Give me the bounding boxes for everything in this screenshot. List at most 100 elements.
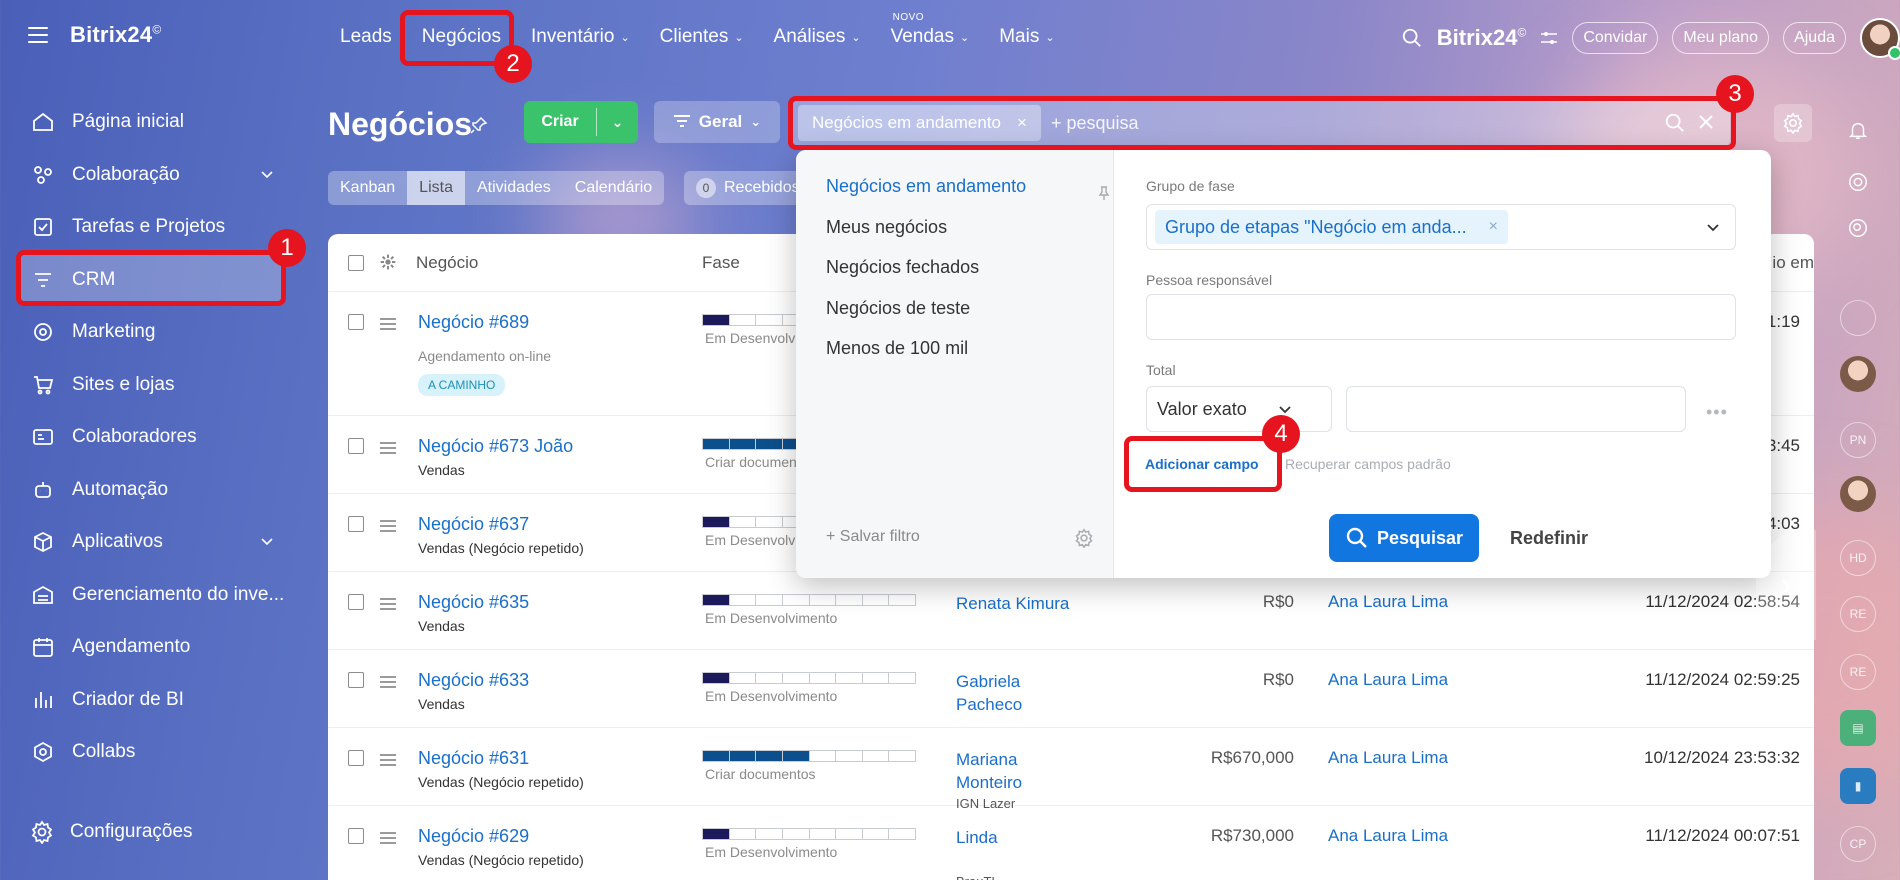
sidebar-item-employees[interactable]: Colaboradores <box>16 411 286 464</box>
sidebar-item-home[interactable]: Página inicial <box>16 96 286 149</box>
bookmark-icon[interactable]: ▮ <box>1840 768 1876 804</box>
phase-progress[interactable] <box>702 828 916 840</box>
list-settings-button[interactable] <box>1774 104 1812 142</box>
drag-handle-icon[interactable] <box>380 832 396 847</box>
responsible-link[interactable]: Ana Laura Lima <box>1328 592 1448 612</box>
avatar[interactable] <box>1840 356 1876 392</box>
restore-default-fields-link[interactable]: Recuperar campos padrão <box>1285 456 1451 472</box>
more-icon[interactable]: ••• <box>1706 402 1728 423</box>
top-nav-analises[interactable]: Análises ⌄ <box>774 26 861 48</box>
responsible-link[interactable]: Ana Laura Lima <box>1328 670 1448 690</box>
bell-icon[interactable] <box>1840 112 1876 148</box>
rail-item[interactable] <box>1840 300 1876 336</box>
table-row[interactable]: Negócio #631 Vendas (Negócio repetido) C… <box>328 728 1814 811</box>
sidebar-item-inventory[interactable]: Gerenciamento do inve... <box>16 569 286 622</box>
contact-link[interactable]: Renata Kimura <box>956 592 1076 615</box>
top-nav-clientes[interactable]: Clientes ⌄ <box>660 26 744 48</box>
total-mode-select[interactable]: Valor exato <box>1146 386 1332 432</box>
column-phase[interactable]: Fase <box>702 253 740 273</box>
total-value-input[interactable] <box>1346 386 1686 432</box>
deal-link[interactable]: Negócio #673 João <box>418 436 573 457</box>
sliders-icon[interactable] <box>1540 30 1558 46</box>
rail-avatar[interactable]: PN <box>1840 422 1876 458</box>
create-button[interactable]: Criar ⌄ <box>524 101 638 143</box>
chevron-down-icon[interactable] <box>260 534 274 548</box>
filter-preset[interactable]: Negócios fechados <box>826 257 979 278</box>
drag-handle-icon[interactable] <box>380 318 396 333</box>
chevron-down-icon[interactable]: ⌄ <box>597 114 638 131</box>
deal-link[interactable]: Negócio #637 <box>418 514 529 535</box>
sidebar-item-crm[interactable]: CRM <box>16 253 286 306</box>
phase-progress[interactable] <box>702 594 916 606</box>
tab-kanban[interactable]: Kanban <box>328 171 407 205</box>
top-nav-mais[interactable]: Mais ⌄ <box>999 26 1054 48</box>
menu-icon[interactable] <box>28 27 48 43</box>
row-checkbox[interactable] <box>348 750 364 766</box>
brand-logo-right[interactable]: Bitrix24© <box>1437 25 1527 51</box>
deal-link[interactable]: Negócio #631 <box>418 748 529 769</box>
deal-link[interactable]: Negócio #629 <box>418 826 529 847</box>
sidebar-item-calendar[interactable]: Agendamento <box>16 621 286 674</box>
avatar[interactable] <box>1840 476 1876 512</box>
deal-link[interactable]: Negócio #633 <box>418 670 529 691</box>
stage-group-chip[interactable]: Grupo de etapas "Negócio em anda... × <box>1155 210 1508 244</box>
close-icon[interactable]: × <box>1489 218 1498 236</box>
invite-button[interactable]: Convidar <box>1572 22 1659 54</box>
sidebar-item-settings[interactable]: Configurações <box>30 820 193 844</box>
rail-avatar[interactable]: HD <box>1840 540 1876 576</box>
deal-link[interactable]: Negócio #635 <box>418 592 529 613</box>
tab-calendario[interactable]: Calendário <box>563 171 664 205</box>
contact-link[interactable]: Mariana Monteiro <box>956 748 1076 794</box>
user-avatar[interactable] <box>1860 18 1900 60</box>
general-pipeline-button[interactable]: Geral ⌄ <box>654 101 780 143</box>
table-row[interactable]: Negócio #635 Vendas Em Desenvolvimento Re… <box>328 572 1814 650</box>
tab-lista[interactable]: Lista <box>407 171 465 205</box>
brand-logo[interactable]: Bitrix24© <box>70 22 161 48</box>
contact-link[interactable]: Linda <box>956 826 1076 849</box>
row-checkbox[interactable] <box>348 672 364 688</box>
received-counter[interactable]: 0 Recebidos <box>684 171 812 205</box>
drag-handle-icon[interactable] <box>380 754 396 769</box>
pin-icon[interactable] <box>470 116 488 134</box>
stage-group-field[interactable]: Grupo de etapas "Negócio em anda... × <box>1146 204 1736 250</box>
sidebar-item-tasks[interactable]: Tarefas e Projetos <box>16 201 286 254</box>
reset-button[interactable]: Redefinir <box>1510 528 1588 549</box>
search-button[interactable]: Pesquisar <box>1329 514 1479 562</box>
row-checkbox[interactable] <box>348 516 364 532</box>
search-input[interactable] <box>1050 112 1651 134</box>
table-row[interactable]: Negócio #633 Vendas Em Desenvolvimento Ga… <box>328 650 1814 728</box>
active-filter-chip[interactable]: Negócios em andamento × <box>798 105 1041 141</box>
sidebar-item-robot[interactable]: Automação <box>16 464 286 517</box>
pin-icon[interactable] <box>1098 186 1110 200</box>
sidebar-item-marketing[interactable]: Marketing <box>16 306 286 359</box>
column-date[interactable]: io em <box>1772 253 1814 273</box>
sidebar-item-collab[interactable]: Colaboração <box>16 149 286 202</box>
search-icon[interactable] <box>1401 27 1423 49</box>
sidebar-item-apps[interactable]: Aplicativos <box>16 516 286 569</box>
filter-preset[interactable]: Menos de 100 mil <box>826 338 968 359</box>
my-plan-button[interactable]: Meu plano <box>1672 22 1770 54</box>
sidebar-item-bi[interactable]: Criador de BI <box>16 674 286 727</box>
search-icon[interactable] <box>1664 112 1686 134</box>
table-row[interactable]: Negócio #629 Vendas (Negócio repetido) E… <box>328 806 1814 880</box>
column-deal[interactable]: Negócio <box>416 253 478 273</box>
row-checkbox[interactable] <box>348 594 364 610</box>
gear-icon[interactable] <box>1074 528 1094 548</box>
filter-search-bar[interactable]: Negócios em andamento × <box>792 100 1730 146</box>
chat-icon[interactable]: ▤ <box>1840 710 1876 746</box>
chevron-down-icon[interactable] <box>1705 219 1721 235</box>
phase-progress[interactable] <box>702 672 916 684</box>
select-all-checkbox[interactable] <box>348 255 364 271</box>
contact-link[interactable]: Gabriela Pacheco <box>956 670 1076 716</box>
chevron-down-icon[interactable] <box>260 167 274 181</box>
close-icon[interactable] <box>1696 112 1716 132</box>
tab-atividades[interactable]: Atividades <box>465 171 563 205</box>
close-icon[interactable]: × <box>1017 113 1027 133</box>
row-checkbox[interactable] <box>348 438 364 454</box>
deal-link[interactable]: Negócio #689 <box>418 312 529 333</box>
phase-progress[interactable] <box>702 750 916 762</box>
top-nav-vendas[interactable]: NOVO Vendas ⌄ <box>891 12 970 48</box>
gear-icon[interactable] <box>380 254 396 270</box>
sidebar-item-cart[interactable]: Sites e lojas <box>16 359 286 412</box>
save-filter-button[interactable]: + Salvar filtro <box>826 528 920 546</box>
